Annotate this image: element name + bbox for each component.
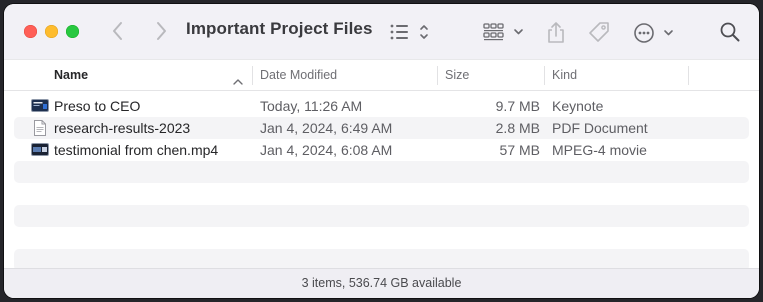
group-grid-icon	[483, 23, 523, 41]
column-divider[interactable]	[252, 66, 253, 85]
search-icon	[720, 22, 740, 42]
minimize-window-button[interactable]	[45, 25, 58, 38]
column-name-header[interactable]: Name	[54, 68, 88, 82]
finder-window: Important Project Files Name Date Modifi…	[4, 4, 759, 298]
tag-button[interactable]	[587, 21, 611, 45]
empty-row	[14, 227, 749, 249]
column-divider[interactable]	[544, 66, 545, 85]
chevron-left-icon	[113, 22, 122, 40]
forward-button[interactable]	[155, 21, 167, 41]
file-kind: MPEG-4 movie	[552, 142, 647, 158]
sort-ascending-icon	[233, 72, 243, 90]
file-date-modified: Today, 11:26 AM	[260, 98, 363, 114]
movie-file-icon	[31, 143, 49, 162]
file-name: Preso to CEO	[54, 98, 141, 114]
pdf-file-icon	[34, 120, 46, 141]
file-kind: Keynote	[552, 98, 604, 114]
file-name: testimonial from chen.mp4	[54, 142, 219, 158]
ellipsis-circle-icon	[634, 23, 673, 43]
list-view-icon	[390, 24, 428, 40]
toolbar: Important Project Files	[4, 4, 759, 59]
file-row[interactable]: testimonial from chen.mp4 Jan 4, 2024, 6…	[14, 139, 749, 161]
status-text: 3 items, 536.74 GB available	[301, 276, 462, 290]
file-row[interactable]: research-results-2023 Jan 4, 2024, 6:49 …	[14, 117, 749, 139]
share-button[interactable]	[545, 21, 567, 45]
window-title: Important Project Files	[186, 19, 373, 38]
column-divider[interactable]	[437, 66, 438, 85]
file-size: 9.7 MB	[495, 98, 540, 114]
file-name: research-results-2023	[54, 120, 191, 136]
back-button[interactable]	[112, 21, 124, 41]
keynote-file-icon	[31, 99, 49, 118]
chevron-right-icon	[157, 22, 166, 40]
search-button[interactable]	[719, 21, 741, 43]
column-header: Name Date Modified Size Kind	[4, 59, 759, 91]
column-date-header[interactable]: Date Modified	[260, 68, 337, 82]
column-size-header[interactable]: Size	[445, 68, 469, 82]
file-row[interactable]: Preso to CEO Today, 11:26 AM 9.7 MB Keyn…	[14, 95, 749, 117]
tag-icon	[589, 22, 609, 42]
more-actions-button[interactable]	[633, 21, 677, 45]
view-mode-button[interactable]	[389, 22, 431, 42]
column-kind-header[interactable]: Kind	[552, 68, 577, 82]
status-bar: 3 items, 536.74 GB available	[4, 268, 759, 298]
zoom-window-button[interactable]	[66, 25, 79, 38]
file-size: 57 MB	[499, 142, 540, 158]
share-icon	[548, 22, 564, 43]
file-date-modified: Jan 4, 2024, 6:08 AM	[260, 142, 393, 158]
file-kind: PDF Document	[552, 120, 648, 136]
file-date-modified: Jan 4, 2024, 6:49 AM	[260, 120, 393, 136]
empty-row	[14, 183, 749, 205]
empty-row	[14, 205, 749, 227]
empty-row	[14, 161, 749, 183]
column-divider[interactable]	[688, 66, 689, 85]
close-window-button[interactable]	[24, 25, 37, 38]
group-button[interactable]	[482, 22, 526, 42]
file-size: 2.8 MB	[495, 120, 540, 136]
